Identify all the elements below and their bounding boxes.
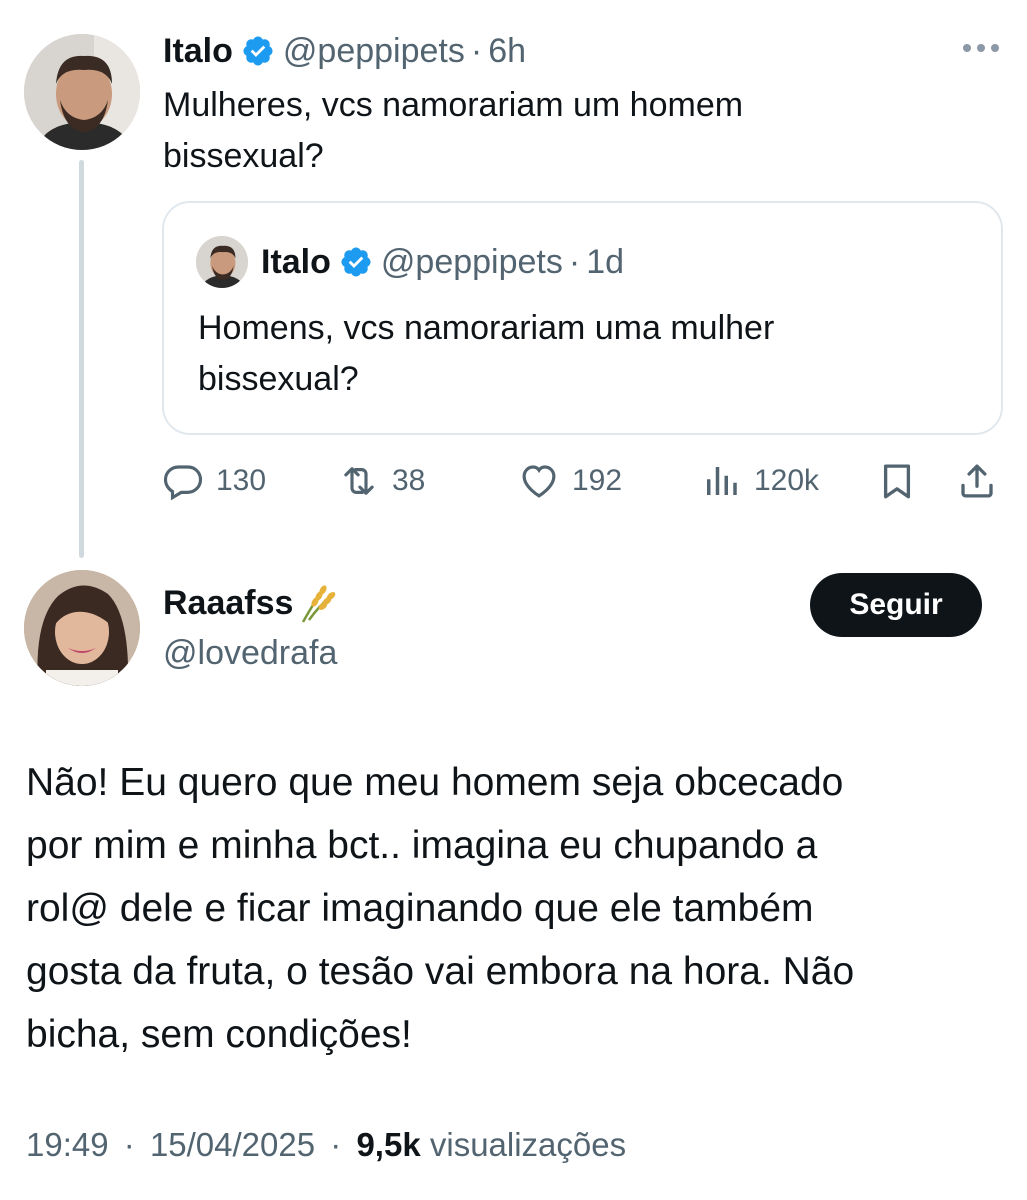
quoted-author-avatar	[196, 236, 248, 288]
tweet-time[interactable]: 19:49	[26, 1126, 109, 1163]
separator-dot: ·	[470, 31, 483, 70]
parent-tweet-text: Mulheres, vcs namorariam um homem bissex…	[163, 86, 744, 175]
reply-button[interactable]: 130	[162, 458, 266, 504]
views-count: 120k	[754, 464, 820, 497]
rice-icon	[295, 580, 341, 626]
reply-count: 130	[216, 464, 267, 497]
share-button[interactable]	[956, 458, 998, 504]
parent-tweet-time[interactable]: 6h	[488, 32, 526, 71]
separator-dot: ·	[123, 1126, 135, 1163]
retweet-button[interactable]: 38	[338, 458, 425, 504]
parent-author-handle[interactable]: @peppipets	[283, 32, 465, 71]
views-button[interactable]: 120k	[700, 458, 819, 504]
tweet-views-count: 9,5k	[356, 1126, 421, 1163]
like-count: 192	[572, 464, 623, 497]
thread-connector-line	[79, 160, 84, 558]
retweet-icon	[344, 467, 374, 495]
views-icon	[707, 467, 737, 495]
separator-dot: ·	[330, 1126, 342, 1163]
tweet-metadata: 19:49 · 15/04/2025 · 9,5k visualizações	[26, 1122, 626, 1168]
reply-tweet-text: Não! Eu quero que meu homem seja obcecad…	[26, 761, 855, 1056]
more-icon[interactable]	[961, 40, 1001, 56]
quoted-tweet-text: Homens, vcs namorariam uma mulher bissex…	[198, 309, 775, 398]
italo-avatar[interactable]	[24, 34, 140, 150]
retweet-count: 38	[392, 464, 426, 497]
tweet-views-label: visualizações	[429, 1126, 627, 1163]
tweet-action-bar: 130 38 192 120k	[162, 458, 1002, 504]
quoted-author-name: Italo	[261, 242, 331, 281]
quoted-author-handle: @peppipets	[380, 242, 563, 281]
reply-author-name-row: Raaafss	[163, 580, 341, 626]
parent-tweet-header: Italo @peppipets · 6h	[163, 28, 526, 74]
tweet-date[interactable]: 15/04/2025	[150, 1126, 315, 1163]
reply-author-handle[interactable]: @lovedrafa	[163, 630, 337, 676]
verified-badge-icon	[339, 245, 373, 279]
quoted-tweet-time: 1d	[586, 242, 625, 281]
share-icon	[961, 464, 993, 498]
raaafss-avatar[interactable]	[24, 570, 140, 686]
like-button[interactable]: 192	[518, 458, 622, 504]
reply-author-name[interactable]: Raaafss	[163, 584, 293, 623]
verified-badge-icon	[241, 34, 275, 68]
bookmark-icon	[883, 464, 911, 499]
separator-dot: ·	[568, 242, 581, 281]
reply-icon	[163, 465, 203, 501]
parent-author-name[interactable]: Italo	[163, 32, 233, 71]
quoted-tweet-header: Italo @peppipets · 1d	[261, 239, 624, 285]
follow-button[interactable]: Seguir	[810, 573, 982, 637]
bookmark-button[interactable]	[876, 458, 918, 504]
quoted-tweet-card[interactable]: Italo @peppipets · 1d Homens, vcs namora…	[162, 201, 1003, 435]
heart-icon	[522, 465, 556, 498]
